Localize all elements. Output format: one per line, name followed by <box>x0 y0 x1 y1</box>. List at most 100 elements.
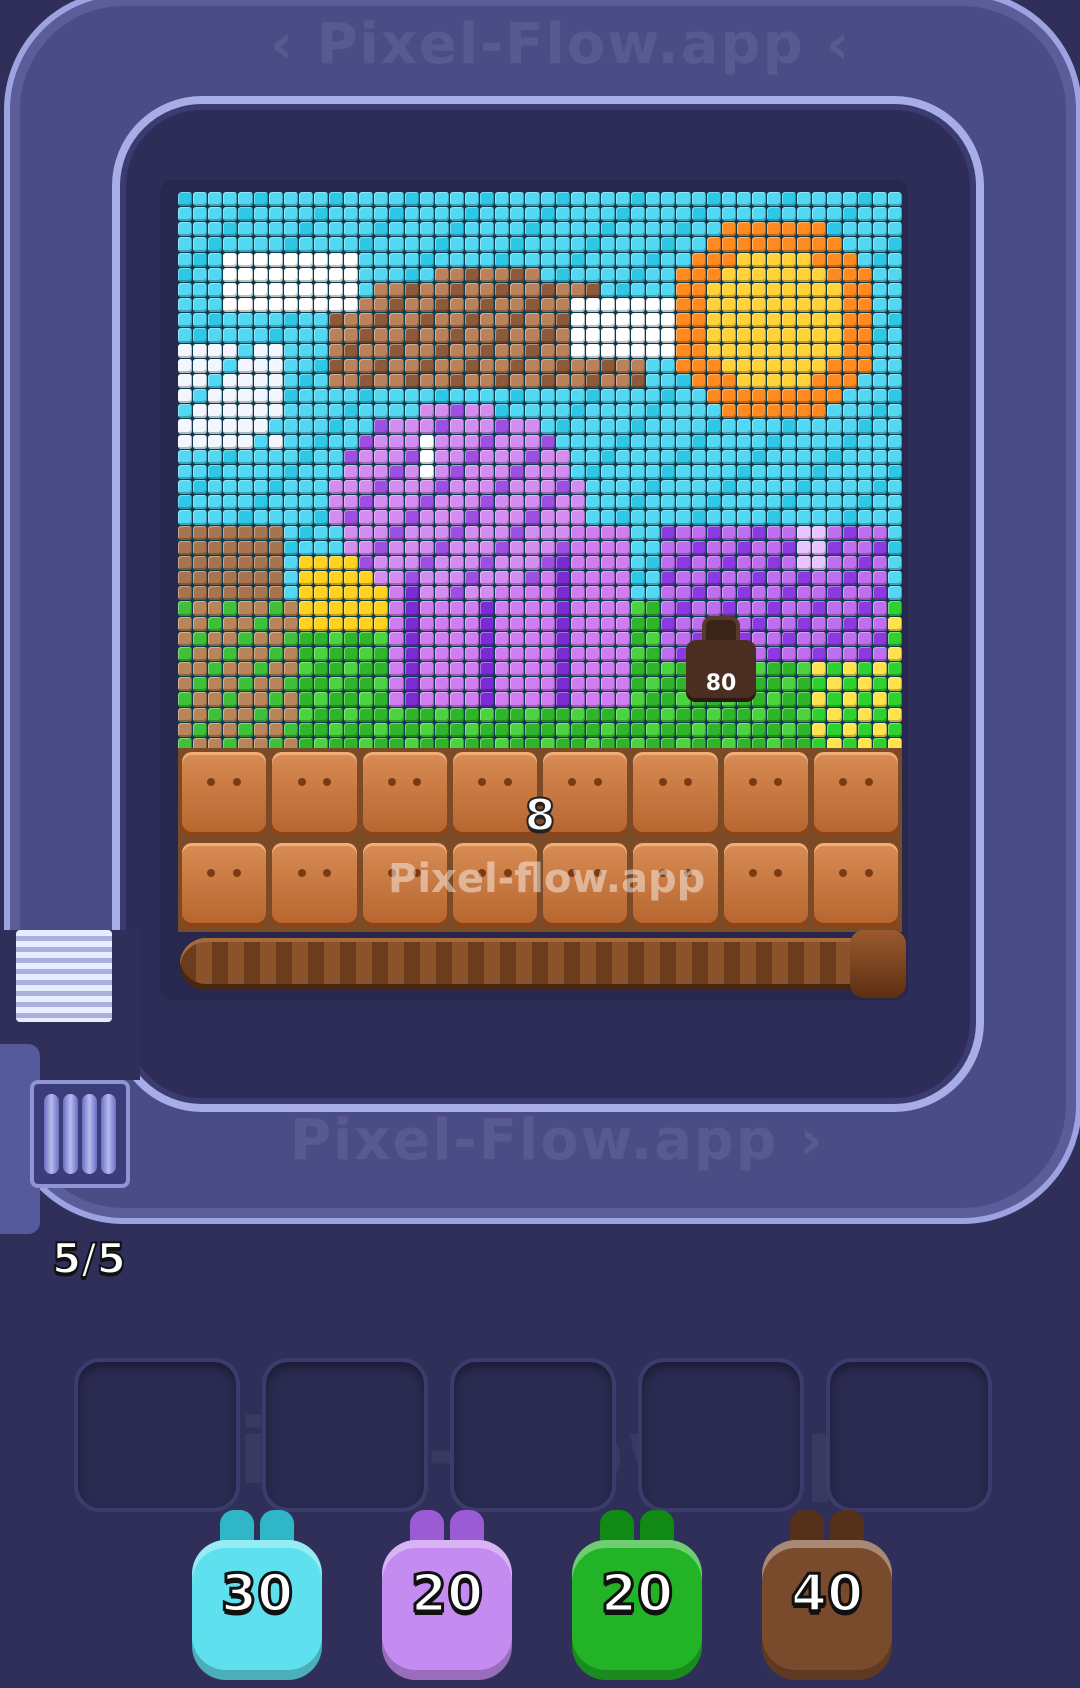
pixel <box>631 722 646 737</box>
empty-slot[interactable] <box>262 1358 428 1512</box>
pixel <box>389 646 404 662</box>
pixel <box>721 298 736 313</box>
pixel <box>283 571 298 586</box>
pixel <box>691 267 706 282</box>
pixel <box>872 586 887 601</box>
pixel <box>661 525 676 540</box>
pixel <box>676 707 691 722</box>
pixel <box>540 707 555 722</box>
pixel <box>842 464 857 480</box>
pixel <box>449 343 464 358</box>
pixel <box>268 358 283 373</box>
shooter-green[interactable]: 20 <box>572 1510 702 1680</box>
pixel <box>178 282 193 298</box>
pixel <box>616 586 631 601</box>
pixel <box>736 252 751 267</box>
pixel <box>585 373 600 389</box>
pixel <box>661 601 676 616</box>
pixel <box>313 571 329 586</box>
pixel <box>616 328 631 343</box>
pixel <box>238 389 253 404</box>
pixel <box>419 692 434 707</box>
pixel <box>329 495 344 510</box>
pixel <box>691 555 706 571</box>
pixel <box>570 586 585 601</box>
pixel <box>540 358 555 373</box>
pixel <box>510 192 525 207</box>
pixel <box>691 510 706 525</box>
empty-slot[interactable] <box>74 1358 240 1512</box>
pixel <box>540 601 555 616</box>
pixel <box>661 692 676 707</box>
pixel <box>585 662 600 677</box>
pixel <box>631 646 646 662</box>
pixel <box>298 267 313 282</box>
pixel <box>736 525 751 540</box>
pixel <box>525 646 540 662</box>
pixel <box>404 677 419 692</box>
pixel <box>736 404 751 419</box>
pixel <box>721 525 736 540</box>
pixel <box>389 192 404 207</box>
pixel <box>329 358 344 373</box>
pixel <box>374 358 389 373</box>
pixel <box>600 495 616 510</box>
pixel <box>268 267 283 282</box>
pixel <box>495 662 510 677</box>
empty-slot[interactable] <box>450 1358 616 1512</box>
pixel <box>887 419 902 434</box>
pixel <box>298 373 313 389</box>
pixel <box>268 601 283 616</box>
pixel <box>389 677 404 692</box>
pixel <box>616 389 631 404</box>
pixel <box>480 252 495 267</box>
pixel <box>495 207 510 222</box>
pixel <box>208 358 223 373</box>
pixel <box>600 434 616 449</box>
pixel <box>510 298 525 313</box>
pixel <box>842 419 857 434</box>
pixel <box>253 328 268 343</box>
pixel-art-board[interactable] <box>178 192 902 752</box>
shooter-brown[interactable]: 40 <box>762 1510 892 1680</box>
empty-slot[interactable] <box>826 1358 992 1512</box>
pixel <box>374 464 389 480</box>
pixel <box>555 192 570 207</box>
pixel <box>223 419 238 434</box>
pixel <box>782 662 797 677</box>
pixel <box>283 419 298 434</box>
pixel <box>193 616 208 631</box>
pixel <box>223 525 238 540</box>
pixel <box>661 373 676 389</box>
pixel <box>480 662 495 677</box>
pixel <box>223 434 238 449</box>
pixel <box>193 449 208 464</box>
pixel <box>313 434 329 449</box>
pixel <box>495 464 510 480</box>
pixel <box>268 586 283 601</box>
pixel <box>827 358 842 373</box>
pixel <box>570 434 585 449</box>
pixel <box>389 707 404 722</box>
pixel <box>510 328 525 343</box>
pixel <box>359 222 374 237</box>
pixel <box>676 525 691 540</box>
pixel <box>268 692 283 707</box>
pixel <box>238 616 253 631</box>
empty-slot[interactable] <box>638 1358 804 1512</box>
pixel <box>359 601 374 616</box>
pixel <box>223 510 238 525</box>
pixel <box>449 389 464 404</box>
pixel <box>691 434 706 449</box>
pixel <box>449 267 464 282</box>
shooter-purple[interactable]: 20 <box>382 1510 512 1680</box>
pixel <box>268 677 283 692</box>
shooter-cyan[interactable]: 30 <box>192 1510 322 1680</box>
pixel <box>585 449 600 464</box>
pixel <box>298 237 313 252</box>
pixel <box>600 267 616 282</box>
pixel <box>374 571 389 586</box>
pixel <box>495 677 510 692</box>
pixel <box>374 343 389 358</box>
pixel <box>223 449 238 464</box>
